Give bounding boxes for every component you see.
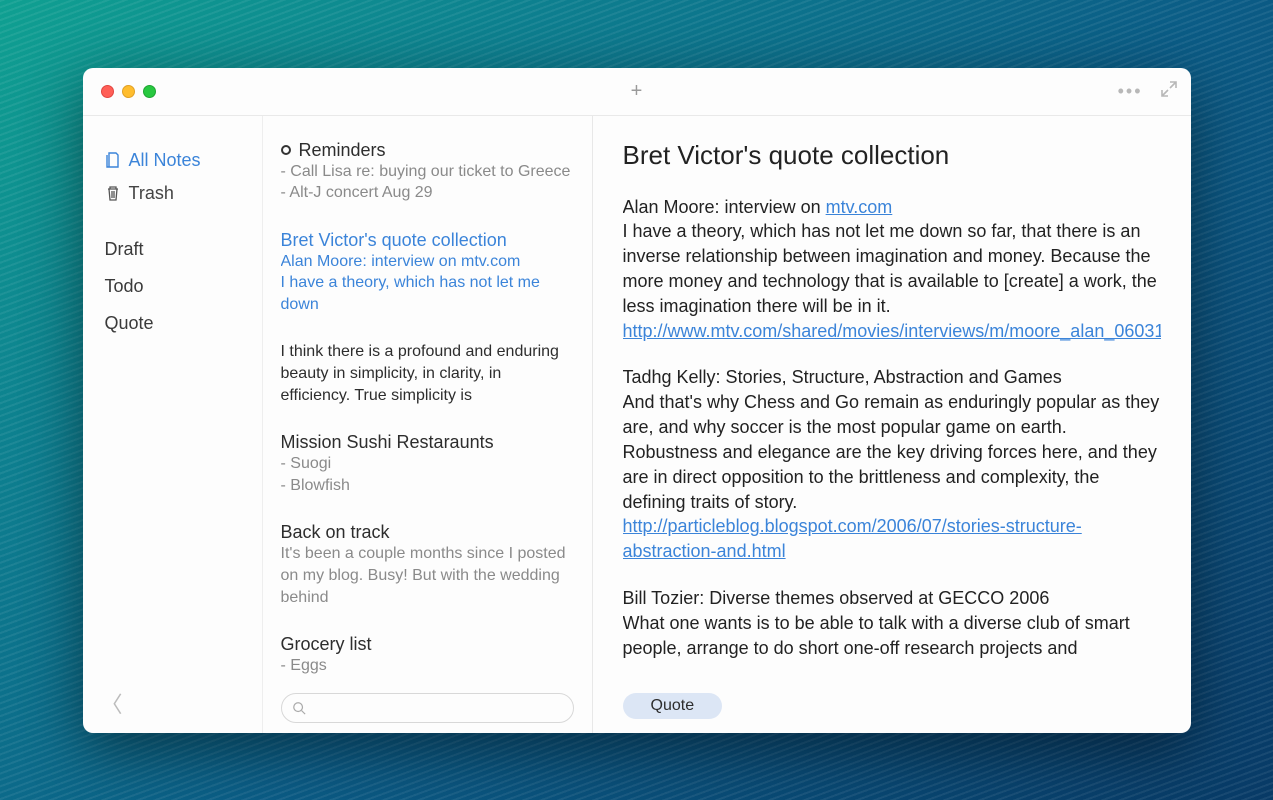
note-preview-line: - Blowfish <box>281 475 574 497</box>
note-item-reminders[interactable]: Reminders - Call Lisa re: buying our tic… <box>281 140 574 204</box>
sidebar-tag-quote[interactable]: Quote <box>101 310 248 337</box>
quote-source-prefix: Alan Moore: interview on <box>623 197 826 217</box>
note-preview-line: - Eggs <box>281 655 574 677</box>
note-preview-line: - Call Lisa re: buying our ticket to Gre… <box>281 161 574 183</box>
expand-button[interactable] <box>1161 81 1177 102</box>
note-item-grocery[interactable]: Grocery list - Eggs <box>281 634 574 677</box>
titlebar: + ••• <box>83 68 1191 116</box>
close-window-button[interactable] <box>101 85 114 98</box>
quote-body: And that's why Chess and Go remain as en… <box>623 390 1161 514</box>
more-menu-button[interactable]: ••• <box>1118 81 1143 102</box>
tag-label: Quote <box>651 697 695 714</box>
zoom-window-button[interactable] <box>143 85 156 98</box>
sidebar-tags: Draft Todo Quote <box>101 236 248 337</box>
plus-icon: + <box>631 80 643 102</box>
note-title: Reminders <box>299 140 386 161</box>
note-title: Grocery list <box>281 634 372 655</box>
sidebar-tag-todo[interactable]: Todo <box>101 273 248 300</box>
search-input[interactable] <box>312 700 563 716</box>
new-note-button[interactable]: + <box>631 80 643 103</box>
quote-url-link[interactable]: http://particleblog.blogspot.com/2006/07… <box>623 516 1082 561</box>
expand-icon <box>1161 81 1177 97</box>
note-title: Bret Victor's quote collection <box>281 230 507 251</box>
back-button[interactable]: 〈 <box>101 687 123 719</box>
columns: All Notes Trash Draft Todo Quote 〈 Remin… <box>83 116 1191 733</box>
quote-source: Bill Tozier: Diverse themes observed at … <box>623 586 1161 611</box>
quote-source-link[interactable]: mtv.com <box>826 197 893 217</box>
note-item-bret-victor[interactable]: Bret Victor's quote collection Alan Moor… <box>281 230 574 316</box>
note-item-back-on-track[interactable]: Back on track It's been a couple months … <box>281 522 574 608</box>
note-content-body[interactable]: Bret Victor's quote collection Alan Moor… <box>623 140 1161 723</box>
note-list-body: Reminders - Call Lisa re: buying our tic… <box>281 140 574 693</box>
note-preview-line: I have a theory, which has not let me do… <box>281 272 574 315</box>
bullet-icon <box>281 145 291 155</box>
note-preview-line: Alan Moore: interview on mtv.com <box>281 251 574 273</box>
notes-icon <box>105 152 121 168</box>
quote-block: Alan Moore: interview on mtv.com I have … <box>623 195 1161 344</box>
trash-icon <box>105 185 121 201</box>
search-field[interactable] <box>281 693 574 723</box>
quote-source: Tadhg Kelly: Stories, Structure, Abstrac… <box>623 365 1161 390</box>
sidebar-item-label: Trash <box>129 183 174 204</box>
note-content: Bret Victor's quote collection Alan Moor… <box>593 116 1191 733</box>
search-icon <box>292 701 306 715</box>
minimize-window-button[interactable] <box>122 85 135 98</box>
quote-block: Tadhg Kelly: Stories, Structure, Abstrac… <box>623 365 1161 564</box>
note-preview-line: I think there is a profound and enduring… <box>281 341 574 406</box>
sidebar: All Notes Trash Draft Todo Quote 〈 <box>83 116 263 733</box>
note-preview-line: - Alt-J concert Aug 29 <box>281 182 574 204</box>
note-item-sushi[interactable]: Mission Sushi Restaraunts - Suogi - Blow… <box>281 432 574 496</box>
tag-pill[interactable]: Quote <box>623 693 723 719</box>
note-item-simplicity[interactable]: I think there is a profound and enduring… <box>281 341 574 406</box>
window-controls <box>83 85 156 98</box>
sidebar-item-trash[interactable]: Trash <box>101 177 248 210</box>
note-preview-line: - Suogi <box>281 453 574 475</box>
chevron-left-icon: 〈 <box>101 692 123 717</box>
sidebar-item-all-notes[interactable]: All Notes <box>101 144 248 177</box>
quote-body: What one wants is to be able to talk wit… <box>623 611 1161 661</box>
sidebar-item-label: All Notes <box>129 150 201 171</box>
app-window: + ••• All Notes Trash Draft Todo Quote <box>83 68 1191 733</box>
titlebar-right: ••• <box>1118 81 1177 102</box>
quote-block: Bill Tozier: Diverse themes observed at … <box>623 586 1161 660</box>
note-title: Mission Sushi Restaraunts <box>281 432 494 453</box>
content-title: Bret Victor's quote collection <box>623 140 1161 171</box>
quote-body: I have a theory, which has not let me do… <box>623 219 1161 318</box>
quote-url-link[interactable]: http://www.mtv.com/shared/movies/intervi… <box>623 321 1161 341</box>
note-title: Back on track <box>281 522 390 543</box>
note-preview-line: It's been a couple months since I posted… <box>281 543 574 608</box>
note-list: Reminders - Call Lisa re: buying our tic… <box>263 116 593 733</box>
sidebar-tag-draft[interactable]: Draft <box>101 236 248 263</box>
